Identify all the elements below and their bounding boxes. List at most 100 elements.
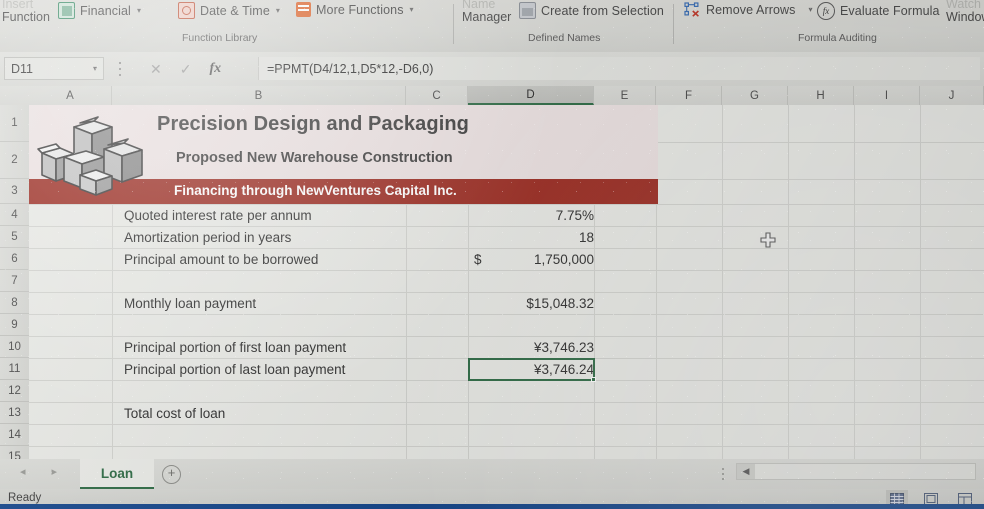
row-header-10[interactable]: 10 (0, 336, 29, 358)
cell-D13-value[interactable] (468, 402, 600, 424)
ribbon-divider (453, 4, 454, 44)
scroll-left-arrow-icon[interactable]: ◀ (737, 464, 755, 479)
cell-B8-label[interactable]: Monthly loan payment (124, 292, 256, 314)
evaluate-formula-button[interactable]: fx Evaluate Formula (817, 2, 940, 20)
row-header-15[interactable]: 15 (0, 446, 29, 460)
column-header-H[interactable]: H (788, 86, 854, 105)
chevron-down-icon: ▾ (808, 5, 813, 14)
cardboard-boxes-icon (34, 109, 152, 197)
row-header-4[interactable]: 4 (0, 204, 29, 226)
cell-B10-label[interactable]: Principal portion of first loan payment (124, 336, 346, 358)
taskbar-strip (0, 504, 984, 509)
defined-names-group-label: Defined Names (528, 32, 601, 44)
chevron-down-icon: ▾ (275, 6, 280, 15)
column-header-E[interactable]: E (594, 86, 656, 105)
column-header-D[interactable]: D (468, 86, 594, 105)
cell-D5-value[interactable]: 18 (468, 226, 600, 248)
mouse-cursor (760, 232, 776, 248)
column-header-C[interactable]: C (406, 86, 468, 105)
insert-function-label-clipped[interactable]: Insert Function (2, 0, 50, 24)
cell-B4-label[interactable]: Quoted interest rate per annum (124, 204, 312, 226)
cancel-icon[interactable]: ✕ (150, 62, 162, 76)
evaluate-formula-label: Evaluate Formula (840, 4, 940, 18)
row-header-7[interactable]: 7 (0, 270, 29, 292)
cell-B13-label[interactable]: Total cost of loan (124, 402, 225, 424)
column-header-A[interactable]: A (29, 86, 112, 105)
formula-auditing-group-label: Formula Auditing (798, 32, 877, 44)
column-header-G[interactable]: G (722, 86, 788, 105)
cell-B11-label[interactable]: Principal portion of last loan payment (124, 358, 345, 380)
fill-handle[interactable] (591, 377, 596, 382)
row-header-14[interactable]: 14 (0, 424, 29, 446)
sheet-nav-arrows[interactable]: ◂ ▸ (20, 465, 57, 478)
cell-B6-label[interactable]: Principal amount to be borrowed (124, 248, 318, 270)
row-header-2[interactable]: 2 (0, 142, 29, 179)
ribbon-formulas-tab: Insert Function Financial ▾ Date & Time … (0, 0, 984, 52)
worksheet-grid: A B C D E F G H I J 1 2 3 4 5 6 7 8 9 10… (0, 86, 984, 459)
column-header-I[interactable]: I (854, 86, 920, 105)
remove-arrows-label: Remove Arrows (706, 2, 796, 17)
financing-banner-text: Financing through NewVentures Capital In… (174, 183, 457, 198)
sheet-tab-loan[interactable]: Loan (80, 459, 154, 489)
date-time-button[interactable]: Date & Time ▾ (178, 2, 280, 19)
financial-icon (58, 2, 75, 19)
remove-arrows-icon (684, 2, 701, 17)
remove-arrows-button[interactable]: Remove Arrows ▾ (684, 2, 813, 17)
row-header-9[interactable]: 9 (0, 314, 29, 336)
financial-label: Financial (80, 3, 131, 18)
name-box[interactable]: D11 ▾ (4, 57, 104, 80)
insert-function-line2: Function (2, 10, 50, 24)
row-header-11[interactable]: 11 (0, 358, 29, 380)
enter-icon[interactable]: ✓ (180, 62, 192, 76)
prev-sheet-icon[interactable]: ◂ (20, 465, 26, 478)
date-time-icon (178, 2, 195, 19)
insert-function-icon[interactable]: fx (209, 61, 221, 76)
cell-D8-value[interactable]: $15,048.32 (468, 292, 600, 314)
formula-bar-buttons: ✕ ✓ fx (140, 57, 231, 80)
chevron-down-icon: ▾ (92, 64, 97, 73)
cell-B5-label[interactable]: Amortization period in years (124, 226, 291, 248)
cell-D11-value[interactable]: ¥3,746.24 (468, 358, 600, 380)
column-header-F[interactable]: F (656, 86, 722, 105)
row-header-3[interactable]: 3 (0, 179, 29, 204)
name-manager-line2: Manager (462, 10, 512, 24)
more-functions-label: More Functions (316, 2, 404, 17)
row-headers: 1 2 3 4 5 6 7 8 9 10 11 12 13 14 15 (0, 105, 30, 459)
company-name: Precision Design and Packaging (157, 113, 469, 135)
financial-button[interactable]: Financial ▾ (58, 2, 141, 19)
ribbon-divider (673, 4, 674, 44)
row-header-13[interactable]: 13 (0, 402, 29, 424)
column-header-J[interactable]: J (920, 86, 984, 105)
more-functions-button[interactable]: More Functions ▾ (296, 2, 414, 17)
create-from-selection-icon (519, 2, 536, 19)
row-header-6[interactable]: 6 (0, 248, 29, 270)
report-subtitle: Proposed New Warehouse Construction (176, 150, 453, 166)
sheet-tab-bar: ◂ ▸ Loan + ◀ (0, 459, 984, 489)
cells-area[interactable]: Precision Design and Packaging Proposed … (29, 105, 984, 459)
function-library-group-label: Function Library (182, 32, 258, 44)
formula-input[interactable]: =PPMT(D4/12,1,D5*12,-D6,0) (258, 57, 980, 80)
column-headers: A B C D E F G H I J (0, 86, 984, 106)
add-sheet-button[interactable]: + (162, 465, 181, 484)
column-header-B[interactable]: B (112, 86, 406, 105)
row-header-5[interactable]: 5 (0, 226, 29, 248)
formula-bar: D11 ▾ ✕ ✓ fx =PPMT(D4/12,1,D5*12,-D6,0) (0, 52, 984, 86)
more-functions-icon (296, 2, 311, 17)
horizontal-scrollbar[interactable]: ◀ (736, 463, 976, 480)
cell-D6-value[interactable]: 1,750,000 (468, 248, 600, 270)
scroll-split-handle[interactable] (722, 468, 725, 480)
formula-bar-options-handle[interactable] (118, 62, 122, 76)
chevron-down-icon: ▾ (136, 6, 141, 15)
cell-D4-value[interactable]: 7.75% (468, 204, 600, 226)
row-header-12[interactable]: 12 (0, 380, 29, 402)
date-time-label: Date & Time (200, 3, 270, 18)
row-header-8[interactable]: 8 (0, 292, 29, 314)
name-manager-button[interactable]: Name Manager (462, 0, 511, 24)
row-header-1[interactable]: 1 (0, 105, 29, 142)
watch-window-button[interactable]: Watch Window (946, 0, 984, 24)
watch-window-line2: Window (946, 10, 984, 24)
next-sheet-icon[interactable]: ▸ (52, 465, 58, 478)
cell-D10-value[interactable]: ¥3,746.23 (468, 336, 600, 358)
fx-circle-icon: fx (817, 2, 835, 20)
create-from-selection-button[interactable]: Create from Selection (519, 2, 664, 19)
